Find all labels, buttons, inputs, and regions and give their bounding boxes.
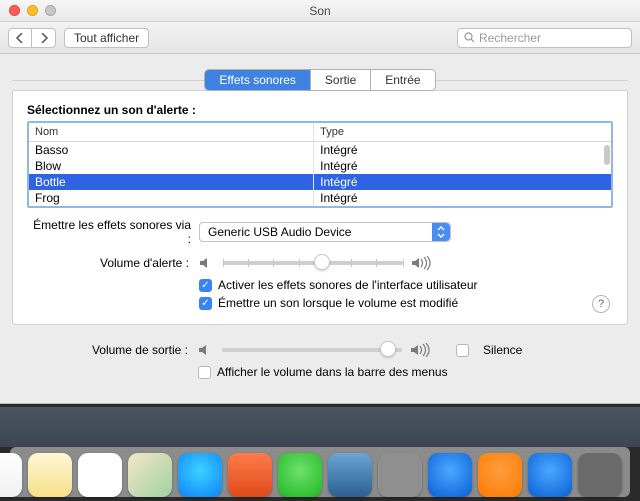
list-row[interactable]: Basso Intégré: [29, 142, 611, 158]
dock-app-photos[interactable]: [328, 453, 372, 497]
speaker-high-icon: [410, 343, 432, 357]
output-device-row: Émettre les effets sonores via : Generic…: [27, 218, 613, 246]
menubar-volume-checkbox[interactable]: [198, 366, 211, 379]
alert-volume-row: Volume d'alerte :: [27, 256, 613, 270]
tab-sound-effects[interactable]: Effets sonores: [205, 70, 311, 90]
search-placeholder: Rechercher: [479, 31, 541, 45]
chevron-left-icon: [16, 33, 24, 43]
dock-app-calendar[interactable]: [0, 453, 22, 497]
output-device-select[interactable]: Generic USB Audio Device: [199, 222, 451, 242]
menubar-volume-row: Afficher le volume dans la barre des men…: [26, 365, 614, 379]
volume-feedback-row: ✓ Émettre un son lorsque le volume est m…: [27, 296, 613, 310]
alert-volume-slider[interactable]: [223, 261, 403, 265]
slider-thumb[interactable]: [314, 254, 330, 270]
ui-sounds-checkbox[interactable]: ✓: [199, 279, 212, 292]
global-output-section: Volume de sortie : Silence: [12, 325, 628, 391]
volume-feedback-checkbox[interactable]: ✓: [199, 297, 212, 310]
show-all-label: Tout afficher: [74, 31, 139, 45]
preferences-window: Son Tout afficher Rechercher Effets sono…: [0, 0, 640, 404]
help-button[interactable]: ?: [592, 295, 610, 313]
forward-button[interactable]: [32, 28, 56, 48]
volume-feedback-label: Émettre un son lorsque le volume est mod…: [218, 296, 458, 310]
dock-app-maps[interactable]: [128, 453, 172, 497]
mute-label: Silence: [483, 343, 522, 357]
list-row[interactable]: Blow Intégré: [29, 158, 611, 174]
chevron-right-icon: [40, 33, 48, 43]
tab-bar: Effets sonores Sortie Entrée: [12, 69, 628, 91]
list-row-selected[interactable]: Bottle Intégré: [29, 174, 611, 190]
speaker-low-icon: [198, 343, 214, 357]
titlebar: Son: [0, 0, 640, 22]
speaker-high-icon: [411, 256, 433, 270]
dock-app-app-store[interactable]: [528, 453, 572, 497]
list-header: Nom Type: [29, 123, 611, 142]
col-header-name[interactable]: Nom: [29, 123, 314, 141]
output-volume-label: Volume de sortie :: [26, 343, 198, 357]
alert-volume-label: Volume d'alerte :: [27, 256, 199, 270]
dock: [0, 437, 640, 501]
dock-app-messages-green[interactable]: [278, 453, 322, 497]
search-input[interactable]: Rechercher: [457, 28, 632, 48]
nav-segment: [8, 28, 56, 48]
window-title: Son: [0, 4, 640, 18]
toolbar: Tout afficher Rechercher: [0, 22, 640, 54]
dock-app-launchpad[interactable]: [378, 453, 422, 497]
dock-app-messages-blue[interactable]: [178, 453, 222, 497]
output-volume-row: Volume de sortie : Silence: [26, 343, 614, 357]
alert-sound-heading: Sélectionnez un son d'alerte :: [27, 103, 613, 117]
select-chevrons-icon: [432, 223, 450, 241]
dock-app-notes[interactable]: [28, 453, 72, 497]
list-row[interactable]: Frog Intégré: [29, 190, 611, 206]
ui-sounds-row: ✓ Activer les effets sonores de l'interf…: [27, 278, 613, 292]
scrollbar-thumb[interactable]: [604, 145, 610, 165]
search-icon: [464, 32, 475, 43]
dock-app-itunes[interactable]: [428, 453, 472, 497]
col-header-type[interactable]: Type: [314, 123, 611, 141]
output-volume-slider[interactable]: [222, 348, 402, 352]
ui-sounds-label: Activer les effets sonores de l'interfac…: [218, 278, 478, 292]
slider-thumb[interactable]: [380, 341, 396, 357]
dock-app-photo-booth[interactable]: [228, 453, 272, 497]
tab-output[interactable]: Sortie: [311, 70, 371, 90]
mute-checkbox[interactable]: [456, 344, 469, 357]
show-all-button[interactable]: Tout afficher: [64, 28, 149, 48]
menubar-volume-label: Afficher le volume dans la barre des men…: [217, 365, 448, 379]
sound-effects-panel: Sélectionnez un son d'alerte : Nom Type …: [12, 90, 628, 325]
alert-sound-list[interactable]: Nom Type Basso Intégré Blow Intégré: [27, 121, 613, 208]
dock-app-reminders[interactable]: [78, 453, 122, 497]
back-button[interactable]: [8, 28, 32, 48]
dock-app-ibooks[interactable]: [478, 453, 522, 497]
dock-app-system-preferences[interactable]: [578, 453, 622, 497]
speaker-low-icon: [199, 256, 215, 270]
output-device-label: Émettre les effets sonores via :: [27, 218, 199, 246]
tab-input[interactable]: Entrée: [371, 70, 434, 90]
content-area: Effets sonores Sortie Entrée Sélectionne…: [0, 54, 640, 403]
